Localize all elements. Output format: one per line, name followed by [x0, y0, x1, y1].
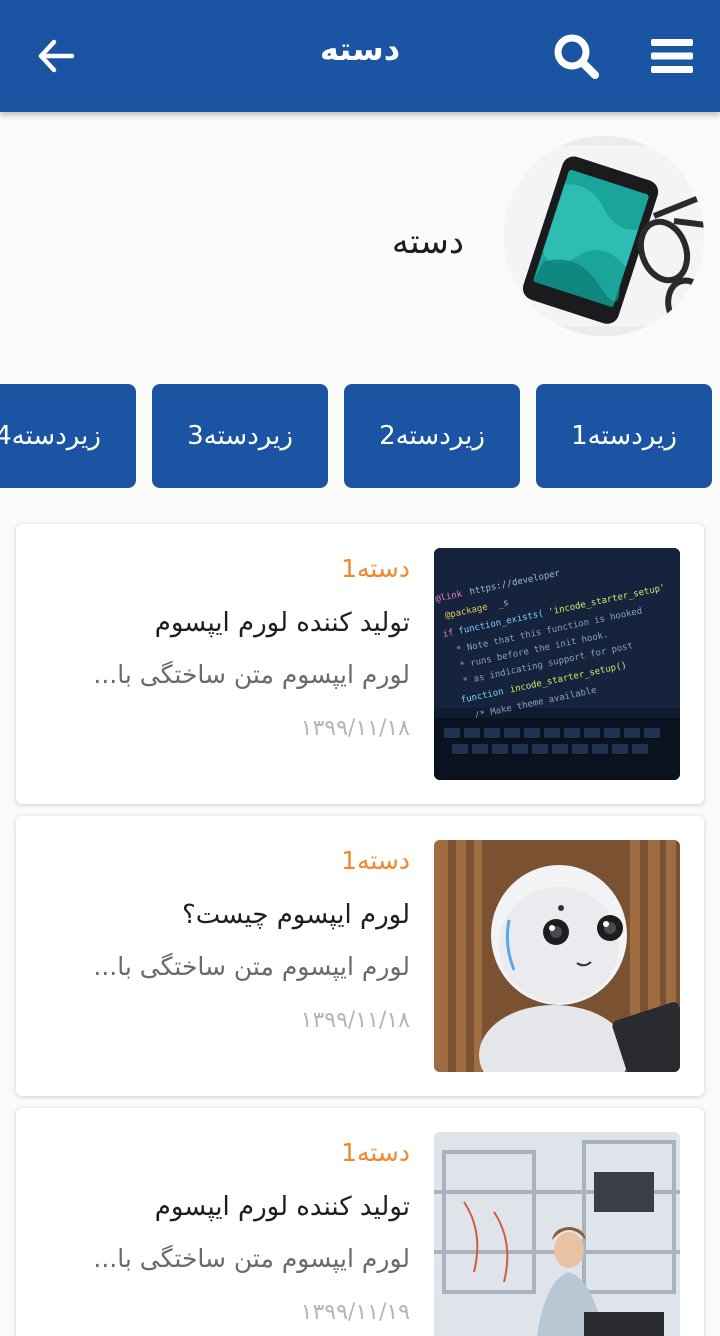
subcategory-list: زیردسته1 زیردسته2 زیردسته3 زیردسته4: [0, 384, 720, 488]
post-thumbnail: [434, 840, 680, 1072]
post-category[interactable]: دسته1: [70, 554, 410, 588]
category-name: دسته: [391, 222, 464, 262]
search-button[interactable]: [548, 28, 604, 84]
post-thumbnail: [434, 1132, 680, 1336]
post-excerpt: لورم ایپسوم متن ساختگی با...: [93, 952, 410, 981]
post-card[interactable]: @link https://developer @package _s if func…: [16, 524, 704, 804]
menu-icon: [651, 39, 693, 73]
subcategory-chip-2[interactable]: زیردسته2: [344, 384, 520, 488]
subcategory-chip-1[interactable]: زیردسته1: [536, 384, 712, 488]
post-date: ۱۳۹۹/۱۱/۱۸: [300, 716, 410, 741]
search-icon: [554, 34, 599, 79]
post-card[interactable]: دسته1 لورم ایپسوم چیست؟ لورم ایپسوم متن …: [16, 816, 704, 1096]
post-title[interactable]: تولید کننده لورم ایپسوم: [70, 1192, 410, 1228]
post-thumbnail: @link https://developer @package _s if func…: [434, 548, 680, 780]
post-excerpt: لورم ایپسوم متن ساختگی با...: [93, 1244, 410, 1273]
post-title[interactable]: تولید کننده لورم ایپسوم: [70, 608, 410, 644]
post-category[interactable]: دسته1: [70, 846, 410, 880]
post-date: ۱۳۹۹/۱۱/۱۸: [300, 1008, 410, 1033]
subcategory-chip-3[interactable]: زیردسته3: [152, 384, 328, 488]
menu-button[interactable]: [644, 28, 700, 84]
post-title[interactable]: لورم ایپسوم چیست؟: [70, 900, 410, 936]
post-card[interactable]: دسته1 تولید کننده لورم ایپسوم لورم ایپسو…: [16, 1108, 704, 1336]
category-header: دسته: [0, 112, 720, 364]
post-category[interactable]: دسته1: [70, 1138, 410, 1172]
post-date: ۱۳۹۹/۱۱/۱۹: [300, 1300, 410, 1325]
post-excerpt: لورم ایپسوم متن ساختگی با...: [93, 660, 410, 689]
page-title: دسته: [319, 30, 401, 68]
subcategory-chip-4[interactable]: زیردسته4: [0, 384, 136, 488]
category-image: [504, 136, 704, 336]
app-bar: دسته: [0, 0, 720, 112]
